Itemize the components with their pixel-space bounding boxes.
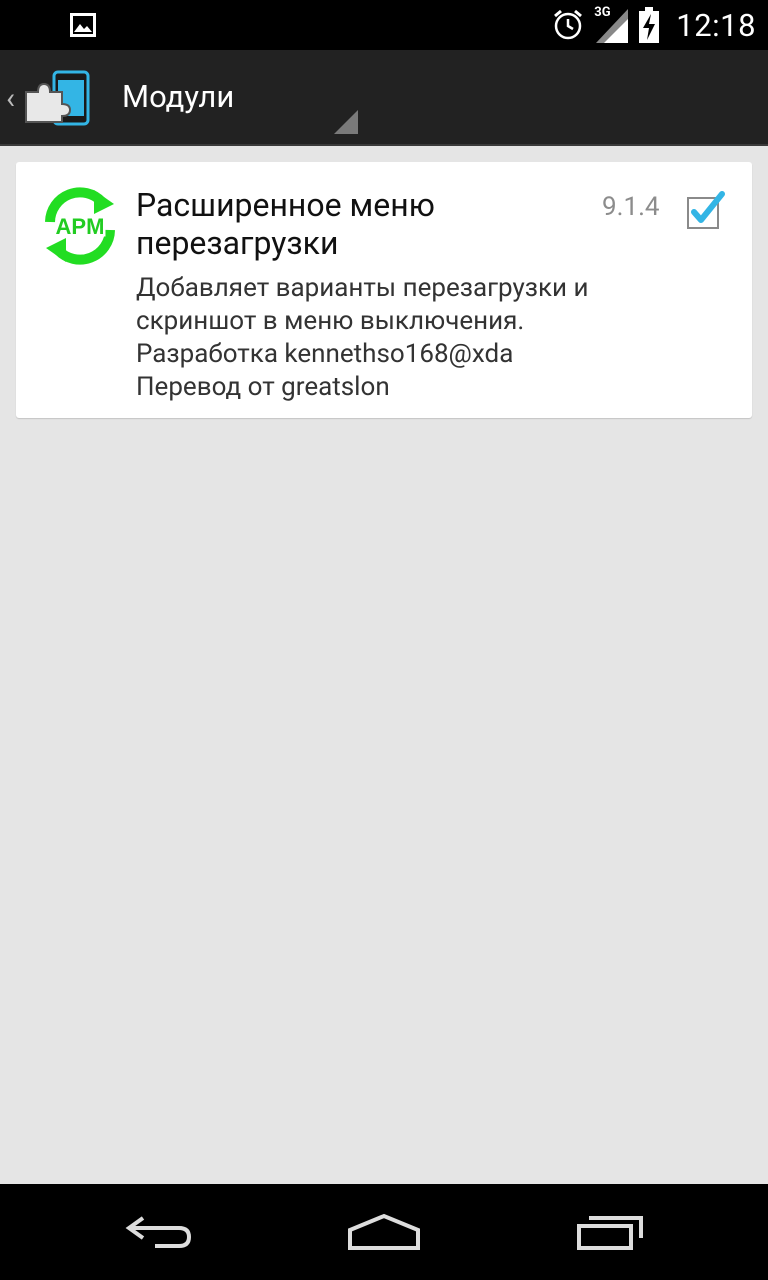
back-icon: [125, 1216, 192, 1248]
svg-text:APM: APM: [56, 214, 105, 239]
action-bar: ‹ Модули: [0, 50, 768, 146]
status-bar: 3G 12:18: [0, 0, 768, 50]
module-enable-checkbox[interactable]: [686, 190, 726, 230]
chevron-left-icon: ‹: [6, 81, 16, 116]
alarm-icon: [554, 9, 583, 40]
apm-module-icon: APM APM: [45, 187, 115, 265]
module-filter-spinner[interactable]: Модули: [110, 50, 360, 146]
navigation-bar: [0, 1184, 768, 1280]
status-time: 12:18: [676, 6, 756, 44]
recents-icon: [577, 1216, 643, 1250]
network-type-label: 3G: [594, 5, 611, 20]
recents-button[interactable]: [530, 1184, 690, 1280]
module-title: Расширенное меню перезагрузки: [136, 186, 435, 262]
home-icon: [348, 1213, 420, 1250]
page-title: Модули: [122, 78, 235, 115]
spinner-arrow-icon: [334, 110, 358, 134]
module-version: 9.1.4: [602, 192, 660, 222]
home-button[interactable]: [304, 1184, 464, 1280]
battery-charging-icon: [639, 7, 660, 43]
xposed-puzzle-icon: [25, 70, 90, 126]
up-navigation-button[interactable]: ‹: [0, 50, 100, 146]
back-button[interactable]: [80, 1184, 240, 1280]
signal-icon: 3G: [594, 5, 629, 43]
module-description: Добавляет варианты перезагрузки и скринш…: [136, 273, 589, 402]
image-notification-icon: [70, 13, 96, 37]
module-list-item[interactable]: APM APM Расширенное меню перезагрузки 9.…: [16, 162, 752, 418]
